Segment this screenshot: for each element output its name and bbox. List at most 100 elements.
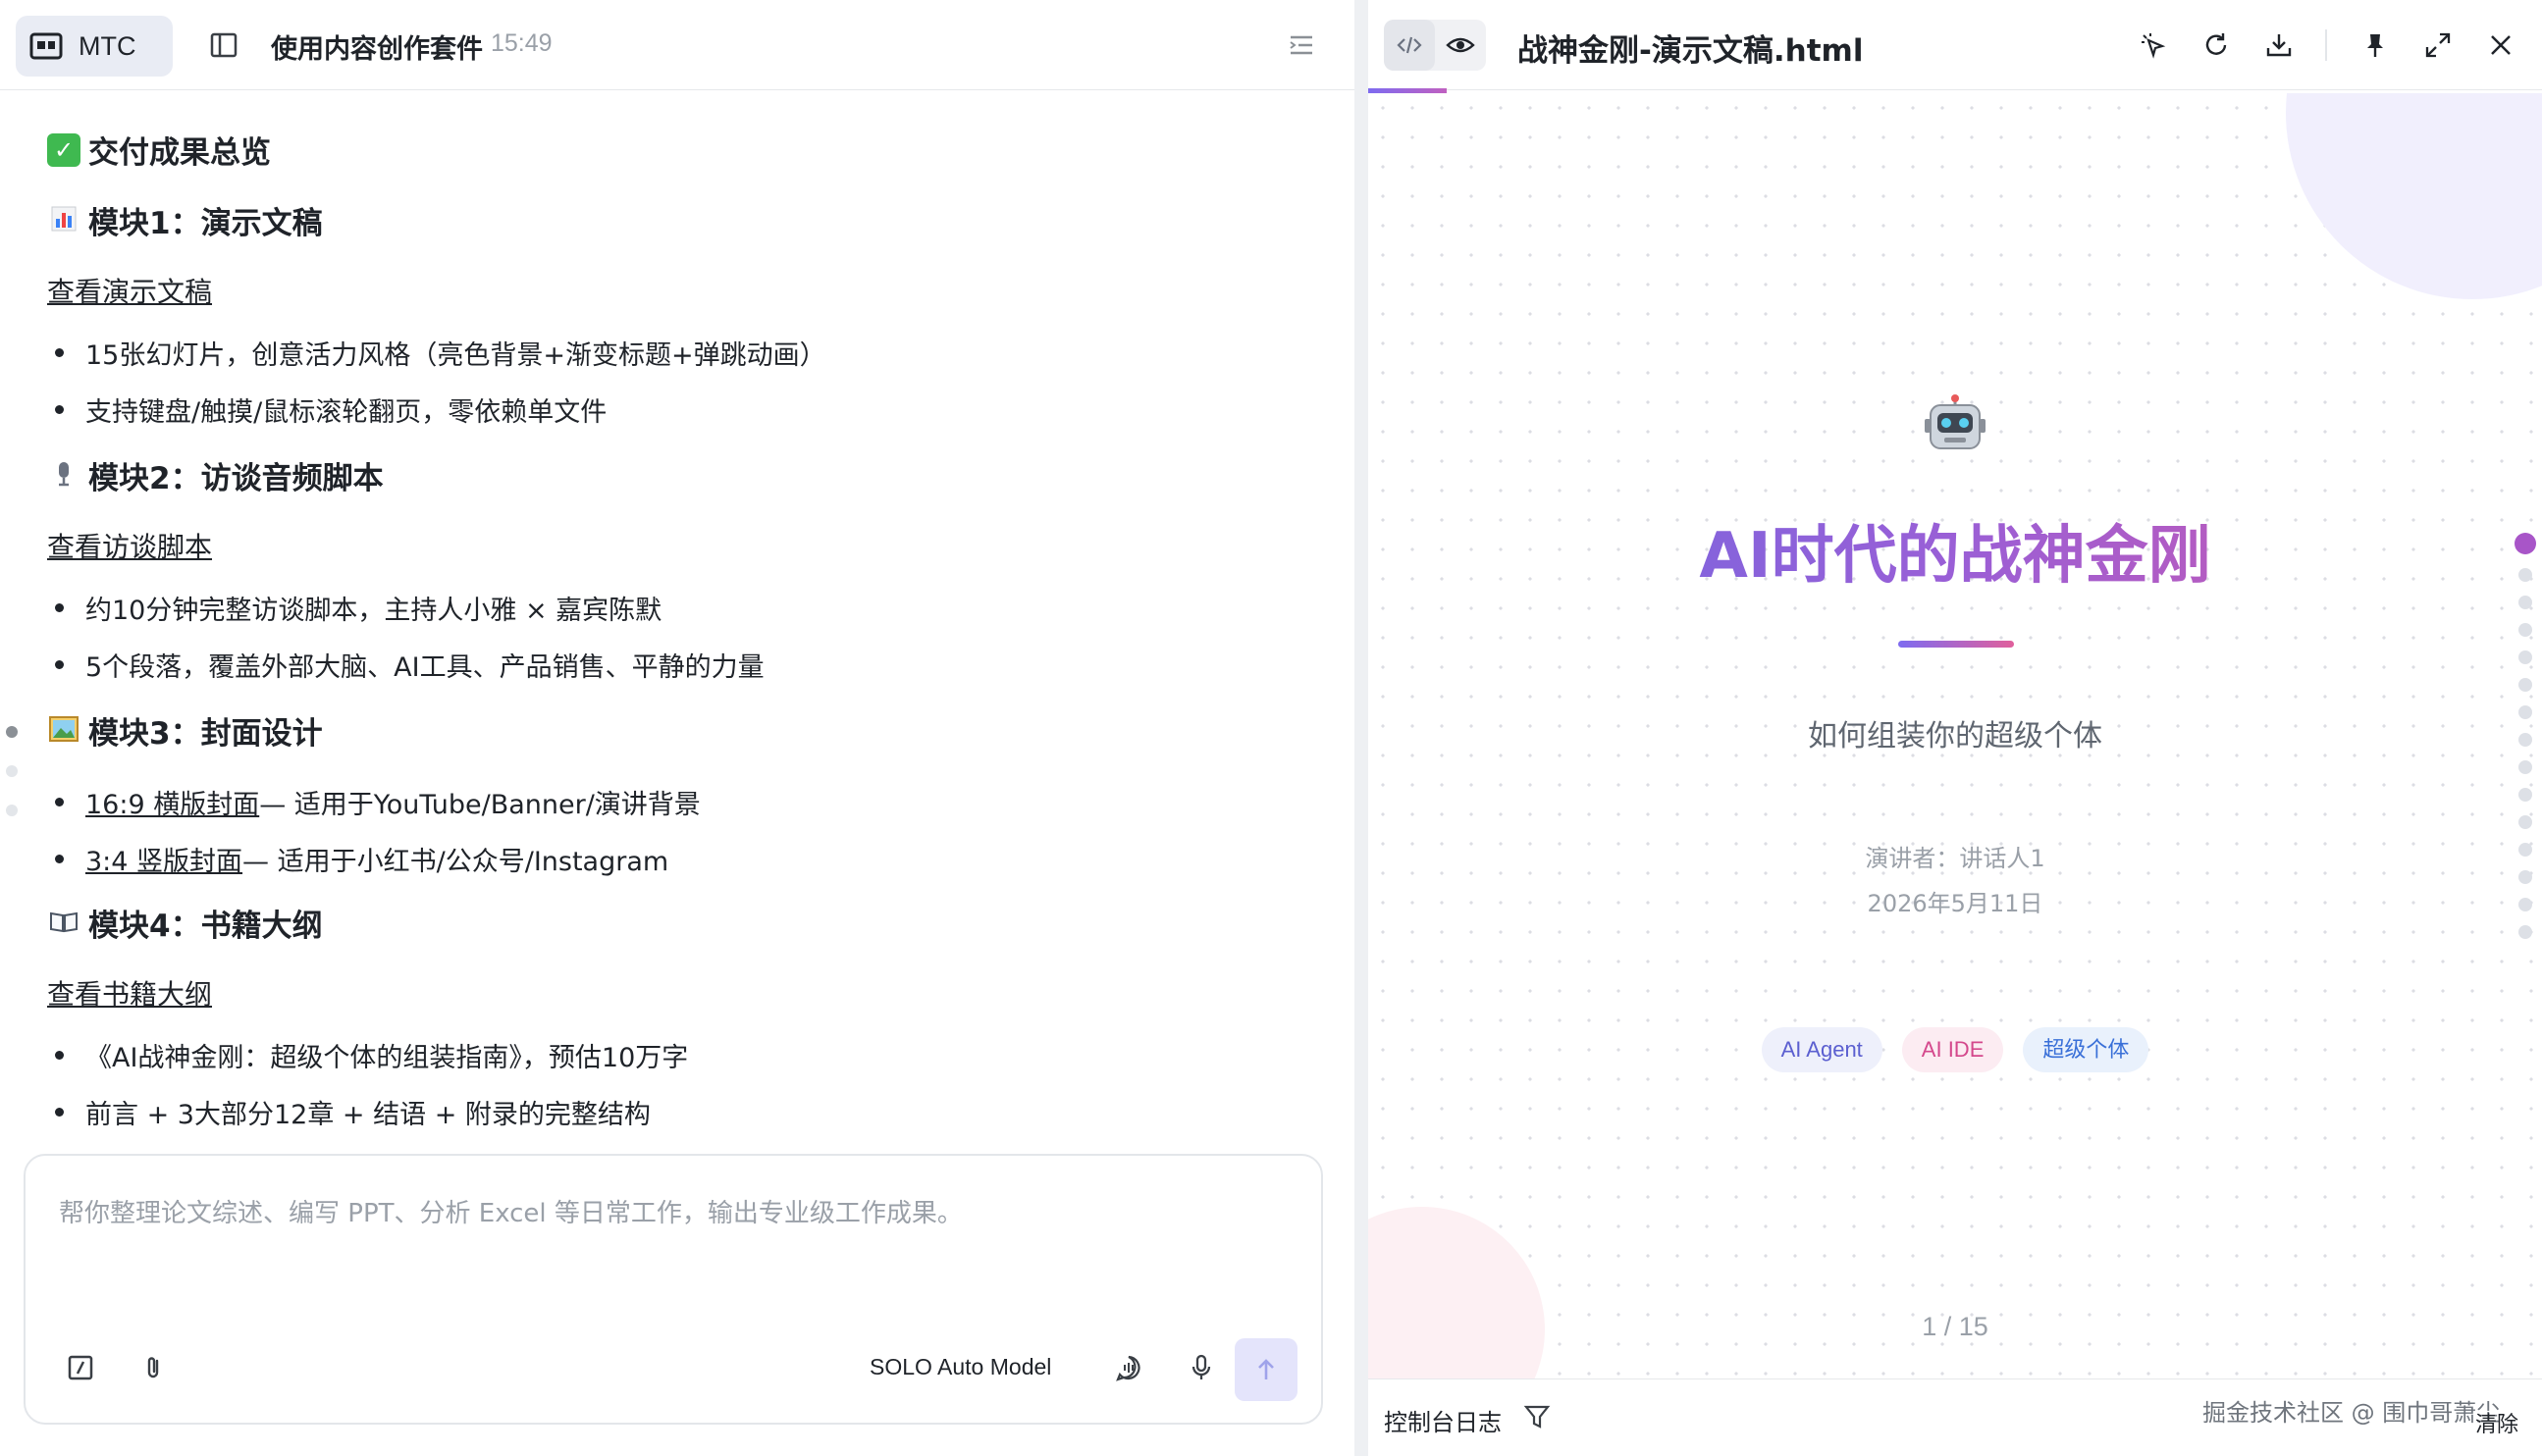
eye-icon <box>1446 37 1475 53</box>
list-item: 《AI战神金刚：超级个体的组装指南》，预估10万字 <box>55 1036 688 1074</box>
paperclip-icon[interactable] <box>133 1348 173 1387</box>
view-mode-toggle <box>1384 20 1486 71</box>
list-item: 支持键盘/触摸/鼠标滚轮翻页，零依赖单文件 <box>55 390 607 429</box>
section-dot[interactable] <box>6 805 18 816</box>
list-item: 16:9 横版封面 — 适用于YouTube/Banner/演讲背景 <box>55 783 701 821</box>
slide-nav-dot[interactable] <box>2518 596 2532 609</box>
console-log-tab[interactable]: 控制台日志 <box>1384 1403 1502 1437</box>
slide-nav-dot[interactable] <box>2518 733 2532 747</box>
module3-heading: 模块3：封面设计 <box>47 708 323 753</box>
code-view-button[interactable] <box>1384 20 1435 71</box>
slide-nav-dot[interactable] <box>2518 925 2532 939</box>
module1-heading: 模块1：演示文稿 <box>47 198 323 242</box>
slide-nav-dot[interactable] <box>2518 678 2532 692</box>
slide-nav-dot[interactable] <box>2518 760 2532 774</box>
view-script-link[interactable]: 查看访谈脚本 <box>47 526 212 565</box>
summary-heading-text: 交付成果总览 <box>88 135 271 171</box>
list-item-text: — 适用于小红书/公众号/Instagram <box>242 847 669 877</box>
slide-nav-dot[interactable] <box>2518 650 2532 664</box>
bullet <box>55 855 64 863</box>
view-outline-link[interactable]: 查看书籍大纲 <box>47 973 212 1013</box>
slide-nav-dot[interactable] <box>2518 843 2532 857</box>
expand-icon[interactable] <box>2420 27 2456 63</box>
slide-subtitle: 如何组装你的超级个体 <box>1808 719 2102 754</box>
module4-heading: 模块4：书籍大纲 <box>47 901 323 945</box>
section-dot[interactable] <box>6 726 18 738</box>
module2-heading: 模块2：访谈音频脚本 <box>47 453 384 497</box>
slide-nav-dot[interactable] <box>2518 623 2532 637</box>
picture-icon <box>47 714 80 748</box>
list-item: 15张幻灯片，创意活力风格（亮色背景+渐变标题+弹跳动画） <box>55 334 826 372</box>
slide-nav-dot[interactable] <box>2515 533 2536 554</box>
summary-heading: ✓ 交付成果总览 <box>47 128 271 172</box>
module1-heading-text: 模块1：演示文稿 <box>88 206 323 241</box>
bullet <box>55 660 64 669</box>
chat-input-box[interactable]: 帮你整理论文综述、编写 PPT、分析 Excel 等日常工作，输出专业级工作成果… <box>24 1154 1323 1425</box>
microphone-input-icon[interactable] <box>1182 1348 1221 1387</box>
slide-nav-dots <box>2515 533 2536 953</box>
mtc-tab[interactable]: MTC <box>16 16 173 77</box>
terminal-icon <box>29 31 63 61</box>
bar-chart-icon <box>47 204 80 237</box>
slide-nav-dot[interactable] <box>2518 568 2532 582</box>
slash-command-icon[interactable] <box>61 1348 100 1387</box>
bullet <box>55 1051 64 1060</box>
tag-list: AI Agent AI IDE 超级个体 <box>1368 1027 2542 1072</box>
session-title: 使用内容创作套件 <box>271 34 483 65</box>
decorative-circle <box>2286 93 2542 299</box>
section-indicator <box>6 726 18 844</box>
voice-chat-icon[interactable] <box>1109 1348 1148 1387</box>
section-dot[interactable] <box>6 765 18 777</box>
tag-ai-agent: AI Agent <box>1761 1027 1882 1072</box>
send-button[interactable] <box>1235 1338 1297 1401</box>
list-item: 3:4 竖版封面 — 适用于小红书/公众号/Instagram <box>55 840 668 878</box>
file-name: 战神金刚-演示文稿.html <box>1517 33 1864 69</box>
module3-heading-text: 模块3：封面设计 <box>88 716 323 752</box>
toolbar-separator <box>2325 29 2327 61</box>
sidebar-toggle-icon[interactable] <box>206 27 241 63</box>
list-item-text: 5个段落，覆盖外部大脑、AI工具、产品销售、平静的力量 <box>85 652 765 683</box>
slide-title: AI时代的战神金刚 <box>1368 505 2542 596</box>
mtc-tab-label: MTC <box>79 30 136 61</box>
slide-nav-dot[interactable] <box>2518 815 2532 829</box>
preview-view-button[interactable] <box>1435 20 1486 71</box>
slide-preview: AI时代的战神金刚 如何组装你的超级个体 演讲者：讲话人1 2026年5月11日… <box>1368 93 2542 1378</box>
filter-icon[interactable] <box>1521 1401 1553 1432</box>
list-item-text: 约10分钟完整访谈脚本，主持人小雅 × 嘉宾陈默 <box>85 596 662 626</box>
title-underline <box>1898 641 2014 648</box>
download-icon[interactable] <box>2261 27 2297 63</box>
refresh-icon[interactable] <box>2198 27 2234 63</box>
landscape-cover-link[interactable]: 16:9 横版封面 <box>85 783 259 821</box>
close-icon[interactable] <box>2483 27 2518 63</box>
slide-nav-dot[interactable] <box>2518 788 2532 802</box>
open-book-icon <box>47 907 80 940</box>
bullet <box>55 1108 64 1117</box>
decorative-circle <box>1368 1207 1545 1378</box>
view-slides-link[interactable]: 查看演示文稿 <box>47 271 212 310</box>
microphone-icon <box>47 459 80 493</box>
module4-heading-text: 模块4：书籍大纲 <box>88 909 323 944</box>
list-item-text: 支持键盘/触摸/鼠标滚轮翻页，零依赖单文件 <box>85 397 608 428</box>
chat-panel: MTC 使用内容创作套件 15:49 ✓ 交付成果总览 模块1：演示文稿 查看演… <box>0 0 1354 1456</box>
pin-icon[interactable] <box>2357 27 2393 63</box>
robot-icon <box>1923 393 1987 458</box>
slide-nav-dot[interactable] <box>2518 705 2532 719</box>
slide-pager: 1 / 15 <box>1922 1312 1988 1341</box>
clear-console-button[interactable]: 清除 <box>2475 1407 2518 1438</box>
model-selector[interactable]: SOLO Auto Model <box>870 1354 1051 1380</box>
preview-panel: 战神金刚-演示文稿.html AI时代的战神金刚 如何组装你的超级个体 演讲者：… <box>1368 0 2542 1456</box>
slide-nav-dot[interactable] <box>2518 898 2532 911</box>
outline-icon[interactable] <box>1284 27 1319 63</box>
chat-header: MTC 使用内容创作套件 15:49 <box>0 0 1354 90</box>
code-icon <box>1397 36 1422 54</box>
bullet <box>55 405 64 414</box>
chat-input-placeholder[interactable]: 帮你整理论文综述、编写 PPT、分析 Excel 等日常工作，输出专业级工作成果… <box>59 1193 963 1229</box>
element-picker-icon[interactable] <box>2136 27 2171 63</box>
arrow-up-icon <box>1258 1359 1274 1379</box>
tag-super-individual: 超级个体 <box>2023 1027 2149 1072</box>
portrait-cover-link[interactable]: 3:4 竖版封面 <box>85 840 242 878</box>
slide-nav-dot[interactable] <box>2518 870 2532 884</box>
panel-divider[interactable] <box>1354 0 1368 1456</box>
list-item: 前言 + 3大部分12章 + 结语 + 附录的完整结构 <box>55 1093 651 1131</box>
tag-ai-ide: AI IDE <box>1901 1027 2004 1072</box>
